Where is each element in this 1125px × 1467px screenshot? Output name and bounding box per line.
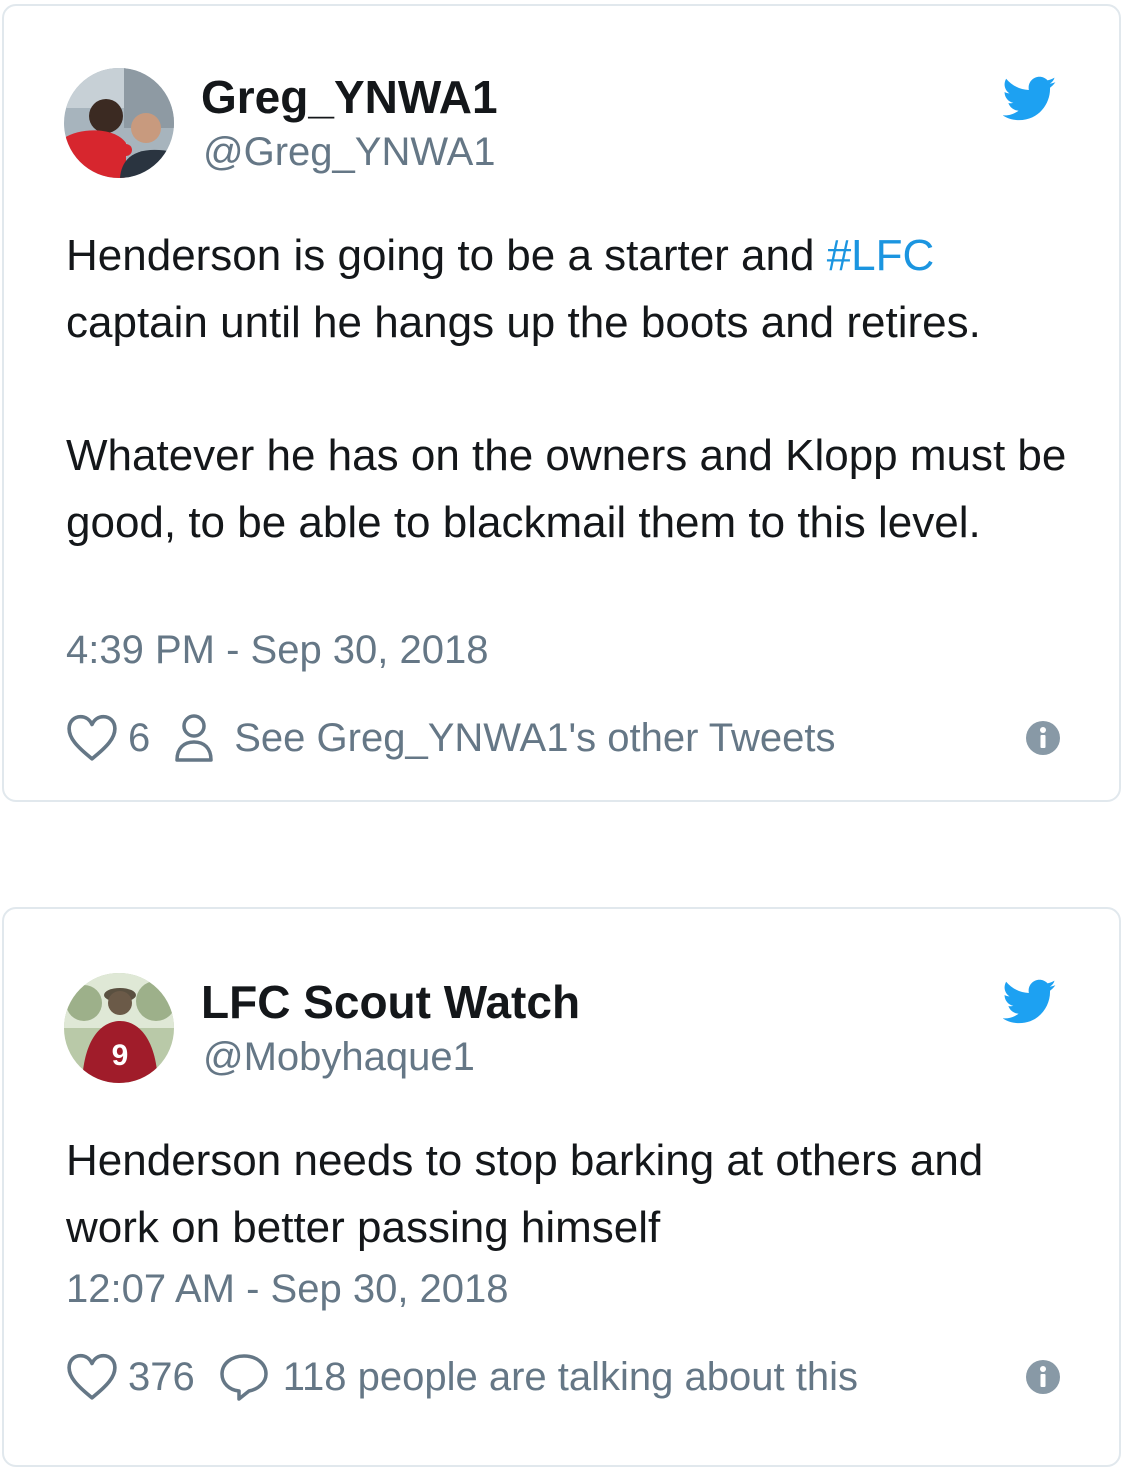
tweet-text: Henderson needs to stop barking at other… bbox=[66, 1127, 1079, 1261]
action-bar: 376 118 people are talking about this bbox=[66, 1349, 1061, 1405]
svg-text:9: 9 bbox=[112, 1039, 129, 1072]
user-handle[interactable]: @Greg_YNWA1 bbox=[203, 130, 496, 175]
heart-icon[interactable] bbox=[66, 1353, 118, 1401]
hashtag-link[interactable]: #LFC bbox=[827, 231, 935, 280]
tweet-paragraph: Whatever he has on the owners and Klopp … bbox=[66, 431, 1067, 547]
heart-icon[interactable] bbox=[66, 714, 118, 762]
tweet-text-segment: captain until he hangs up the boots and … bbox=[66, 298, 981, 347]
avatar[interactable] bbox=[64, 68, 174, 178]
timestamp[interactable]: 12:07 AM - Sep 30, 2018 bbox=[66, 1267, 509, 1312]
tweet-text: Henderson is going to be a starter and #… bbox=[66, 222, 1079, 556]
display-name[interactable]: LFC Scout Watch bbox=[201, 975, 580, 1029]
timestamp[interactable]: 4:39 PM - Sep 30, 2018 bbox=[66, 628, 489, 673]
display-name[interactable]: Greg_YNWA1 bbox=[201, 70, 498, 124]
info-icon[interactable] bbox=[1025, 720, 1061, 756]
user-handle[interactable]: @Mobyhaque1 bbox=[203, 1035, 475, 1080]
avatar[interactable]: 9 bbox=[64, 973, 174, 1083]
tweet-card[interactable]: 9 LFC Scout Watch @Mobyhaque1 Henderson … bbox=[2, 907, 1121, 1467]
action-bar: 6 See Greg_YNWA1's other Tweets bbox=[66, 710, 1061, 766]
person-icon[interactable] bbox=[174, 713, 214, 763]
tweet-paragraph: Henderson is going to be a starter and #… bbox=[66, 222, 1079, 356]
twitter-bird-icon[interactable] bbox=[1003, 979, 1057, 1025]
speech-bubble-icon[interactable] bbox=[219, 1353, 269, 1401]
tweet-card[interactable]: Greg_YNWA1 @Greg_YNWA1 Henderson is goin… bbox=[2, 4, 1121, 802]
see-other-tweets-link[interactable]: See Greg_YNWA1's other Tweets bbox=[234, 716, 835, 761]
like-count[interactable]: 376 bbox=[128, 1355, 195, 1400]
info-icon[interactable] bbox=[1025, 1359, 1061, 1395]
conversation-link[interactable]: 118 people are talking about this bbox=[283, 1355, 858, 1400]
tweet-paragraph: Henderson needs to stop barking at other… bbox=[66, 1136, 984, 1252]
twitter-bird-icon[interactable] bbox=[1003, 76, 1057, 122]
tweet-text-segment: Henderson is going to be a starter and bbox=[66, 231, 827, 280]
like-count[interactable]: 6 bbox=[128, 716, 150, 761]
